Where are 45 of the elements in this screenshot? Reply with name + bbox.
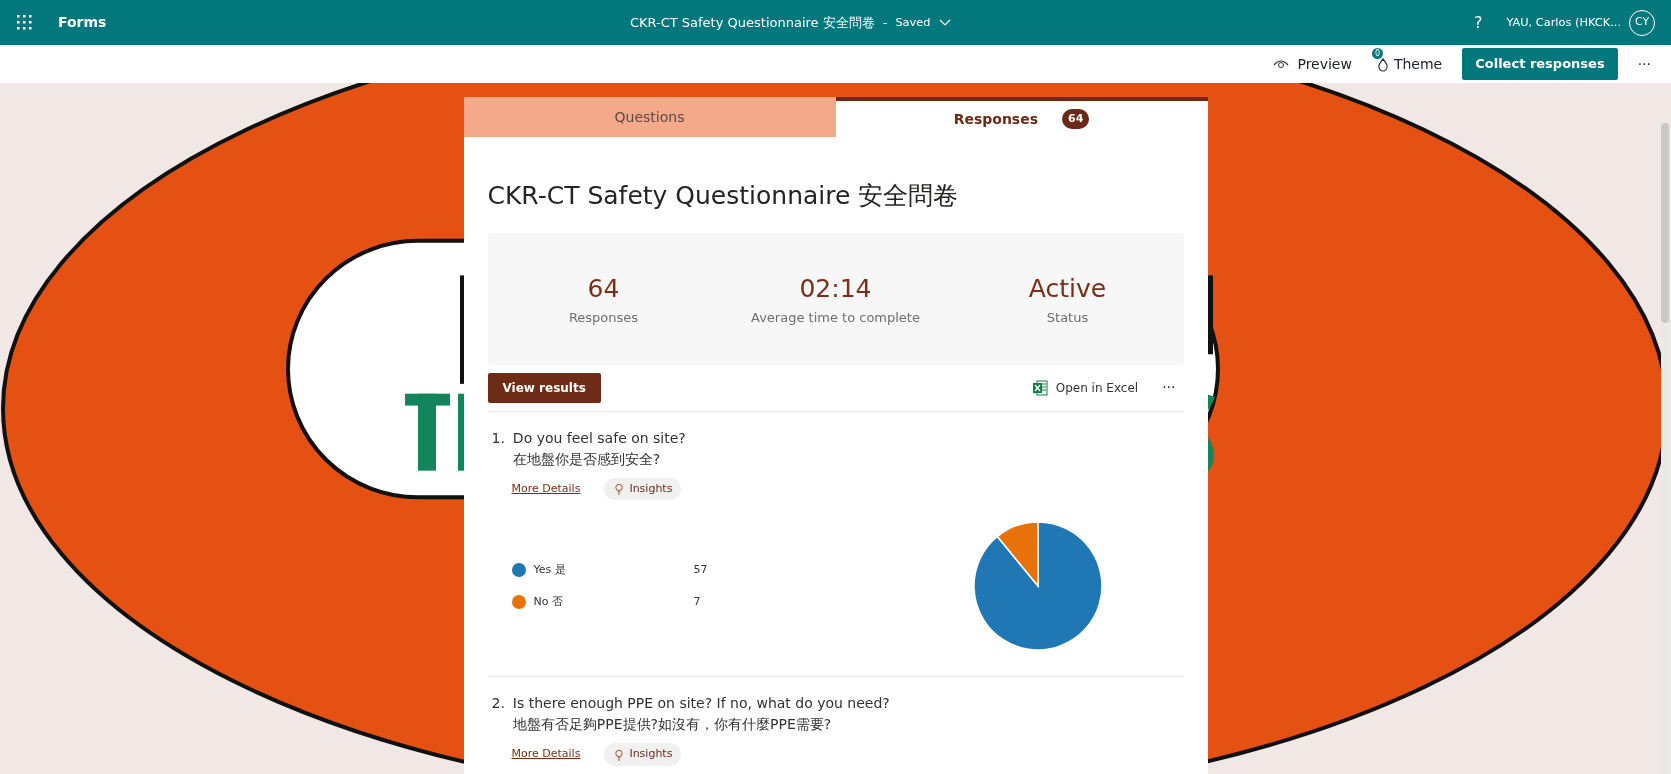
legend-label: Yes 是 xyxy=(533,561,567,578)
chevron-down-icon xyxy=(938,18,951,27)
collect-responses-button[interactable]: Collect responses xyxy=(1462,48,1618,80)
stat-value: Active xyxy=(1027,273,1108,305)
title-separator: - xyxy=(882,13,888,32)
save-status: Saved xyxy=(895,13,931,31)
view-results-button[interactable]: View results xyxy=(487,372,601,403)
stat-label: Average time to complete xyxy=(750,308,921,327)
help-button[interactable]: ? xyxy=(1473,10,1483,35)
more-details-link[interactable]: More Details xyxy=(511,480,581,497)
count-badge: 64 xyxy=(1062,108,1090,130)
spreadsheet-icon xyxy=(1031,379,1048,396)
form-title: CKR-CT Safety Questionnaire 安全問卷 xyxy=(629,13,875,32)
question-number: 2. xyxy=(491,694,505,713)
stat-value: 02:14 xyxy=(798,273,873,305)
response-count: 57 xyxy=(693,561,708,578)
more-details-link[interactable]: More Details xyxy=(511,746,581,763)
paint-drop-icon xyxy=(1375,56,1390,72)
stat-label: Status xyxy=(1045,308,1090,327)
question-text: 在地盤你是否感到安全? xyxy=(512,449,662,469)
question-text: 地盤有否足夠PPE提供?如沒有，你有什麼PPE需要? xyxy=(512,715,833,734)
app-launcher-icon[interactable] xyxy=(16,13,34,32)
user-name[interactable]: YAU, Carlos (HKCK... xyxy=(1506,13,1621,32)
lightbulb-icon xyxy=(613,747,626,761)
insights-button[interactable]: Insights xyxy=(604,477,682,500)
more-options-button[interactable]: ··· xyxy=(1154,373,1184,402)
question-number: 1. xyxy=(491,428,505,448)
lightbulb-icon xyxy=(613,482,626,496)
stat-label: Responses xyxy=(567,308,640,327)
tab[interactable]: Questions xyxy=(463,97,836,137)
open-in-excel-button[interactable]: Open in Excel xyxy=(1023,374,1147,401)
preview-button[interactable]: Preview xyxy=(1269,49,1356,79)
form-title-heading: CKR-CT Safety Questionnaire 安全問卷 xyxy=(487,180,960,212)
app-name[interactable]: Forms xyxy=(58,12,107,33)
question-text: Is there enough PPE on site? If no, what do you need? xyxy=(512,694,890,713)
question-text: Do you feel safe on site? xyxy=(512,428,686,448)
scrollbar[interactable] xyxy=(1661,123,1669,774)
stat-value: 64 xyxy=(586,273,621,305)
response-count: 7 xyxy=(693,594,701,610)
notification-badge: 0 xyxy=(1371,47,1383,59)
theme-button[interactable]: Theme 0 xyxy=(1371,49,1447,79)
eye-icon xyxy=(1273,58,1290,70)
more-options-button[interactable]: ··· xyxy=(1633,49,1655,79)
legend-label: No 否 xyxy=(533,594,564,610)
insights-button[interactable]: Insights xyxy=(604,743,682,766)
